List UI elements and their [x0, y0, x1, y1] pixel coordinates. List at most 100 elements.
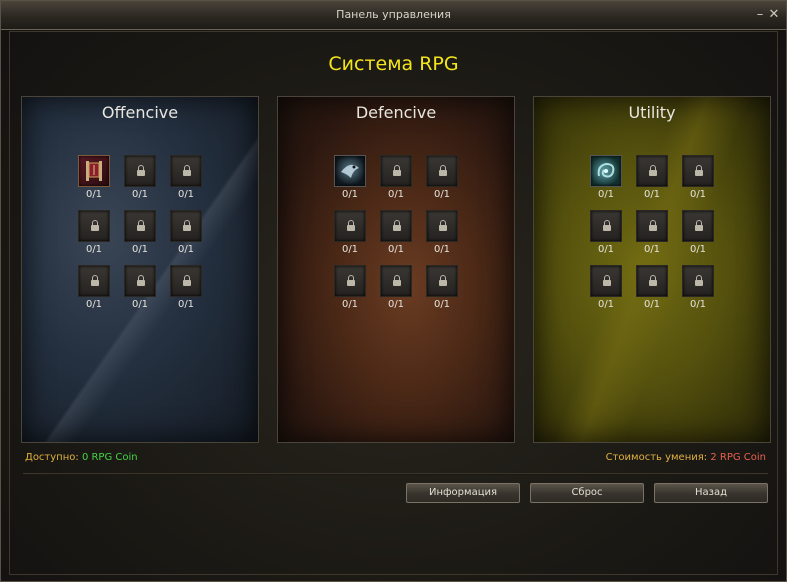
skill-slot-defencive-6[interactable]: 0/1	[426, 210, 460, 260]
skill-slot-utility-5[interactable]: 0/1	[636, 210, 670, 260]
padlock-glyph	[183, 165, 191, 176]
skill-level-count: 0/1	[177, 244, 195, 255]
skill-slot-offencive-5[interactable]: 0/1	[124, 210, 158, 260]
lock-icon	[334, 265, 366, 297]
skill-slot-offencive-6[interactable]: 0/1	[170, 210, 204, 260]
skill-level-count: 0/1	[689, 244, 707, 255]
panel-utility: Utility 0/1 0/1 0/1 0/1 0/1 0/1 0/1 0/1 0/1	[533, 96, 771, 443]
padlock-glyph	[393, 220, 401, 231]
skill-slot-utility-7[interactable]: 0/1	[590, 265, 624, 315]
lock-icon	[636, 210, 668, 242]
lock-icon	[426, 210, 458, 242]
skill-level-count: 0/1	[85, 189, 103, 200]
padlock-glyph	[347, 275, 355, 286]
panel-offencive: Offencive 0/1 0/1 0/1 0/1 0/1 0/1 0/1 0/1 0/1	[21, 96, 259, 443]
padlock-glyph	[137, 165, 145, 176]
skill-slot-utility-8[interactable]: 0/1	[636, 265, 670, 315]
skill-slot-defencive-4[interactable]: 0/1	[334, 210, 368, 260]
skill-level-count: 0/1	[643, 244, 661, 255]
minimize-icon[interactable]: –	[753, 8, 767, 22]
reset-button[interactable]: Сброс	[530, 483, 644, 503]
title-bar[interactable]: Панель управления – ✕	[1, 1, 786, 30]
skill-level-count: 0/1	[341, 244, 359, 255]
skill-level-count: 0/1	[85, 299, 103, 310]
padlock-glyph	[183, 275, 191, 286]
available-coins: Доступно: 0 RPG Coin	[25, 452, 138, 463]
skill-level-count: 0/1	[643, 299, 661, 310]
skill-slot-defencive-2[interactable]: 0/1	[380, 155, 414, 205]
skill-slot-defencive-5[interactable]: 0/1	[380, 210, 414, 260]
skill-slot-utility-9[interactable]: 0/1	[682, 265, 716, 315]
available-label: Доступно:	[25, 452, 79, 463]
skill-slot-offencive-9[interactable]: 0/1	[170, 265, 204, 315]
padlock-glyph	[393, 275, 401, 286]
skill-level-count: 0/1	[433, 244, 451, 255]
close-icon[interactable]: ✕	[767, 8, 781, 22]
lock-icon	[334, 210, 366, 242]
skill-level-count: 0/1	[341, 189, 359, 200]
panel-title-offencive: Offencive	[101, 103, 179, 122]
skill-slot-offencive-7[interactable]: 0/1	[78, 265, 112, 315]
skill-level-count: 0/1	[433, 189, 451, 200]
skill-slot-utility-6[interactable]: 0/1	[682, 210, 716, 260]
skill-level-count: 0/1	[387, 244, 405, 255]
info-button[interactable]: Информация	[406, 483, 520, 503]
lock-icon	[426, 155, 458, 187]
skill-level-count: 0/1	[689, 299, 707, 310]
skill-slot-offencive-2[interactable]: 0/1	[124, 155, 158, 205]
skill-slot-offencive-4[interactable]: 0/1	[78, 210, 112, 260]
control-panel-window: Панель управления – ✕ Система RPG Offenc…	[0, 0, 787, 582]
lock-icon	[590, 265, 622, 297]
lock-icon	[682, 210, 714, 242]
lock-icon	[426, 265, 458, 297]
lock-icon	[170, 155, 202, 187]
skill-slot-utility-2[interactable]: 0/1	[636, 155, 670, 205]
skill-level-count: 0/1	[177, 189, 195, 200]
padlock-glyph	[649, 220, 657, 231]
padlock-glyph	[439, 275, 447, 286]
skill-level-count: 0/1	[341, 299, 359, 310]
skill-level-count: 0/1	[387, 299, 405, 310]
back-button[interactable]: Назад	[654, 483, 768, 503]
skill-level-count: 0/1	[689, 189, 707, 200]
skill-slot-offencive-8[interactable]: 0/1	[124, 265, 158, 315]
shield-bird-icon[interactable]	[334, 155, 366, 187]
padlock-glyph	[603, 275, 611, 286]
padlock-glyph	[649, 275, 657, 286]
skill-slot-defencive-7[interactable]: 0/1	[334, 265, 368, 315]
skill-level-count: 0/1	[131, 244, 149, 255]
lock-icon	[124, 210, 156, 242]
skill-slot-offencive-3[interactable]: 0/1	[170, 155, 204, 205]
skill-slot-defencive-8[interactable]: 0/1	[380, 265, 414, 315]
lock-icon	[170, 265, 202, 297]
skill-slot-utility-3[interactable]: 0/1	[682, 155, 716, 205]
skill-level-count: 0/1	[85, 244, 103, 255]
lock-icon	[78, 210, 110, 242]
panel-title-defencive: Defencive	[355, 103, 437, 122]
flag-banner-icon[interactable]	[78, 155, 110, 187]
padlock-glyph	[393, 165, 401, 176]
lock-icon	[380, 265, 412, 297]
lock-icon	[78, 265, 110, 297]
skill-slot-defencive-3[interactable]: 0/1	[426, 155, 460, 205]
lock-icon	[682, 155, 714, 187]
padlock-glyph	[695, 275, 703, 286]
lock-icon	[170, 210, 202, 242]
skill-slot-utility-1[interactable]: 0/1	[590, 155, 624, 205]
skill-level-count: 0/1	[597, 299, 615, 310]
cost-label: Стоимость умения:	[605, 452, 708, 463]
skill-slot-utility-4[interactable]: 0/1	[590, 210, 624, 260]
skill-slot-defencive-1[interactable]: 0/1	[334, 155, 368, 205]
skill-level-count: 0/1	[131, 299, 149, 310]
skill-slot-offencive-1[interactable]: 0/1	[78, 155, 112, 205]
padlock-glyph	[91, 275, 99, 286]
page-title: Система RPG	[328, 53, 459, 75]
panel-title-utility: Utility	[628, 103, 676, 122]
skill-slot-defencive-9[interactable]: 0/1	[426, 265, 460, 315]
padlock-glyph	[439, 220, 447, 231]
swirl-icon[interactable]	[590, 155, 622, 187]
lock-icon	[124, 265, 156, 297]
padlock-glyph	[137, 220, 145, 231]
skill-level-count: 0/1	[597, 244, 615, 255]
padlock-glyph	[347, 220, 355, 231]
